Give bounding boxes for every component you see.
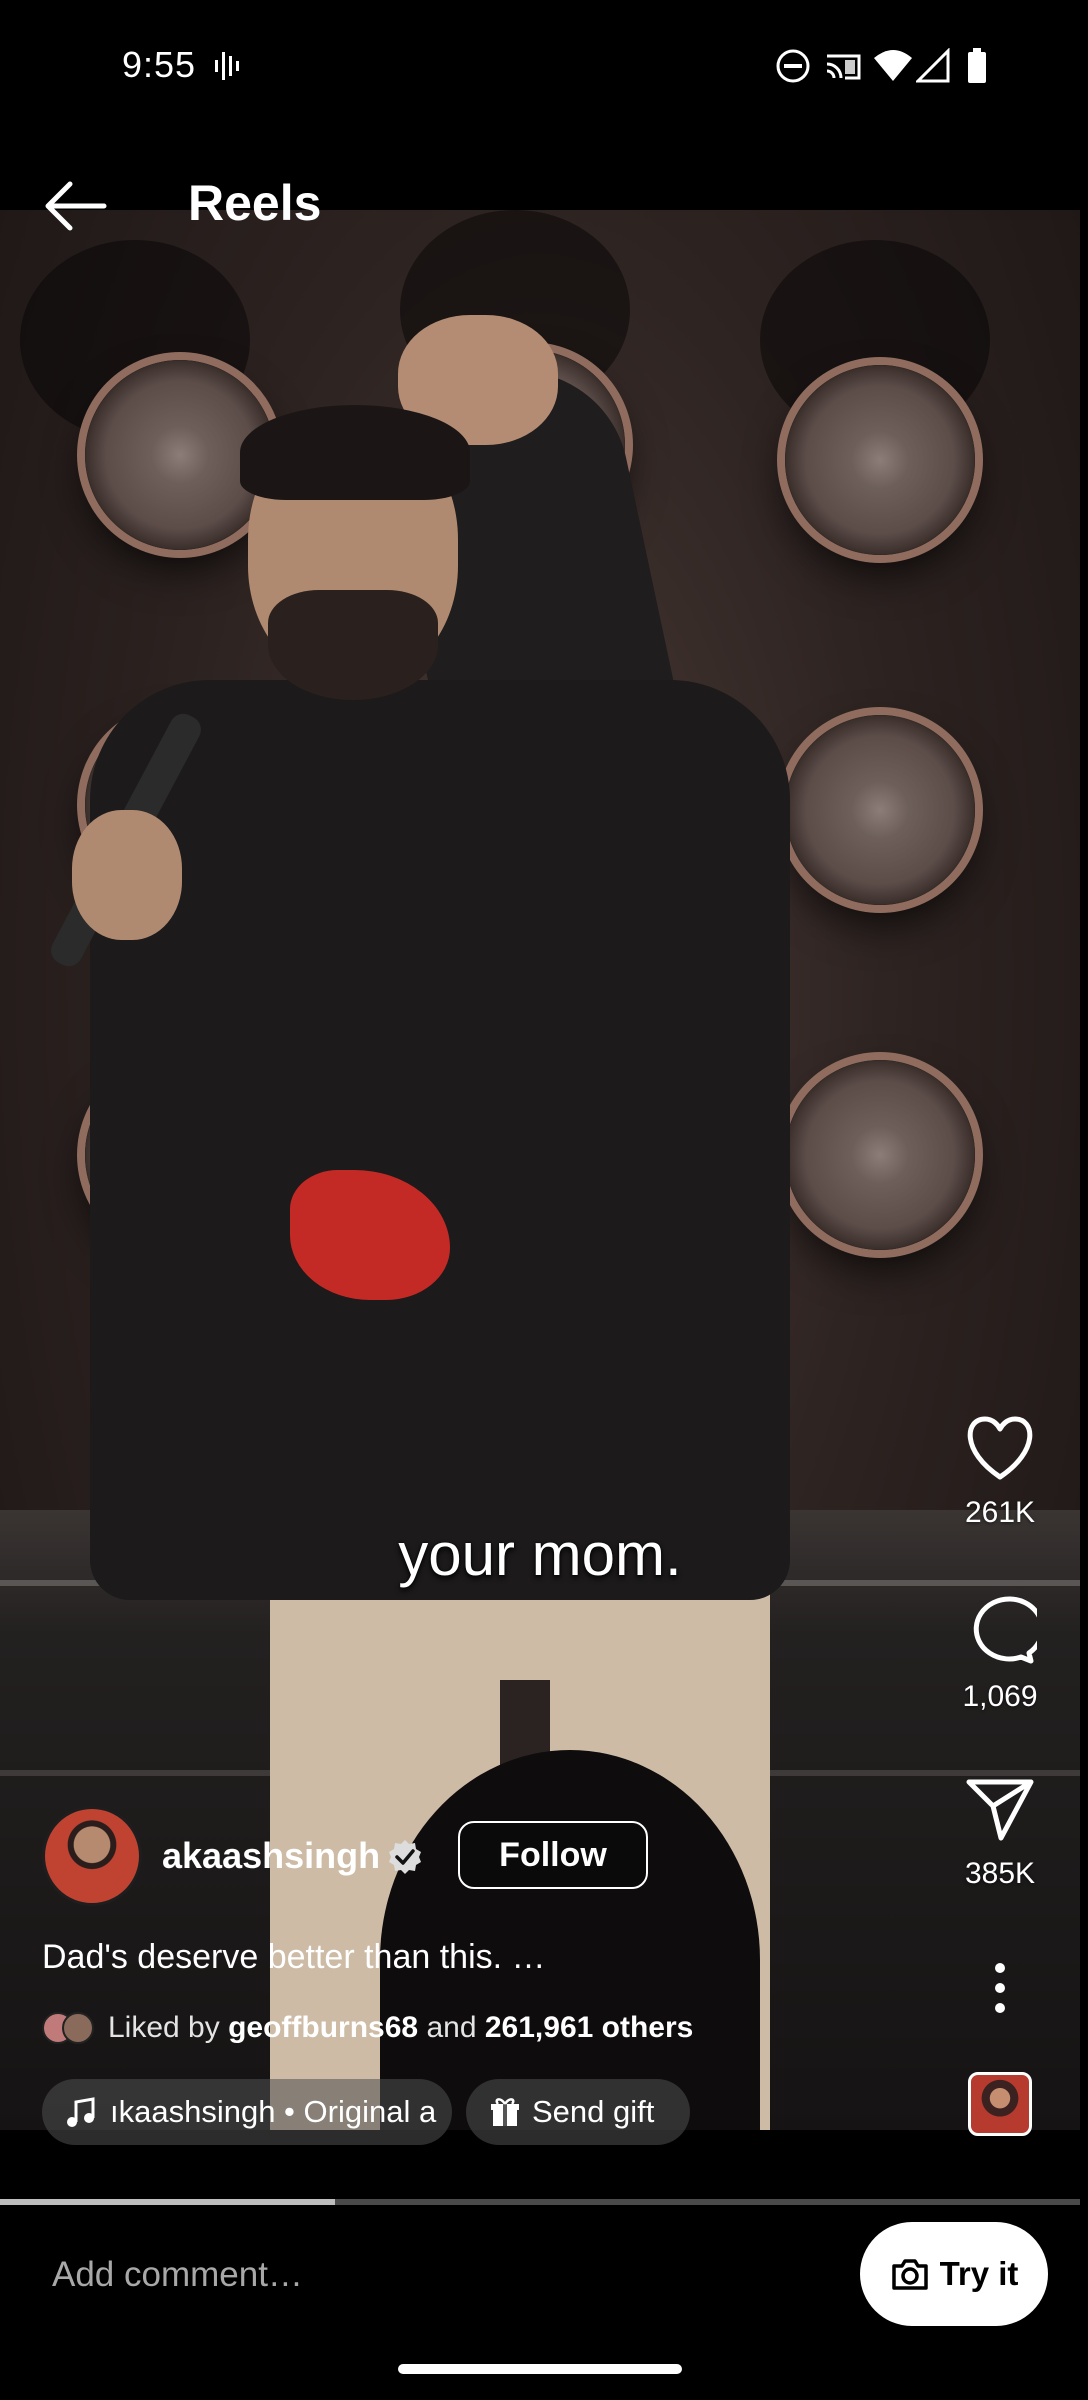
status-bar: 9:55 — [0, 0, 1088, 135]
signal-icon — [916, 48, 950, 83]
cast-icon — [826, 54, 861, 80]
gift-icon — [491, 2098, 519, 2126]
like-button[interactable]: 261K — [940, 1415, 1060, 1530]
like-count: 261K — [964, 1496, 1036, 1529]
performer-jacket — [90, 680, 790, 1600]
playback-progress-bar[interactable] — [0, 2199, 1080, 2205]
performer-hand — [72, 810, 182, 940]
comment-icon — [973, 1596, 1045, 1664]
music-note-icon — [67, 2097, 95, 2127]
heart-icon — [967, 1416, 1033, 1480]
comment-button[interactable]: 1,069 — [940, 1595, 1060, 1714]
performer-hair — [240, 405, 470, 500]
voice-icon — [215, 52, 239, 80]
liked-prefix: Liked by — [108, 2011, 220, 2044]
liked-avatar — [62, 2012, 94, 2044]
wifi-icon — [874, 50, 912, 81]
do-not-disturb-icon — [776, 49, 810, 83]
video-caption: your mom. — [398, 1521, 682, 1588]
arrow-left-icon[interactable] — [40, 176, 110, 236]
page-title: Reels — [188, 175, 322, 231]
stage-light — [785, 1060, 975, 1250]
more-options-icon[interactable] — [985, 1960, 1015, 2016]
share-button[interactable]: 385K — [940, 1776, 1060, 1891]
liked-and: and — [426, 2011, 477, 2044]
post-description[interactable]: Dad's deserve better than this. … — [42, 1938, 546, 1977]
try-it-label: Try it — [939, 2255, 1019, 2292]
camera-icon — [891, 2259, 928, 2290]
performer-beard — [268, 590, 438, 700]
share-count: 385K — [964, 1857, 1036, 1890]
comment-input[interactable]: Add comment… — [52, 2255, 303, 2295]
send-gift-label: Send gift — [532, 2094, 655, 2129]
stage-light — [785, 365, 975, 555]
comment-count: 1,069 — [962, 1680, 1038, 1713]
send-icon — [966, 1779, 1034, 1841]
avatar[interactable] — [42, 1806, 142, 1906]
playback-progress-fill — [0, 2199, 335, 2205]
audio-label: ıkaashsingh • Original a — [110, 2094, 437, 2129]
stage-light — [785, 715, 975, 905]
liked-others[interactable]: 261,961 others — [485, 2011, 693, 2045]
liked-by-row[interactable]: Liked by geoffburns68 and 261,961 others — [42, 2008, 693, 2048]
follow-button[interactable]: Follow — [458, 1821, 648, 1889]
liked-user[interactable]: geoffburns68 — [228, 2011, 418, 2045]
send-gift-chip[interactable]: Send gift — [466, 2079, 690, 2145]
try-it-button[interactable]: Try it — [860, 2222, 1048, 2326]
home-indicator[interactable] — [398, 2364, 682, 2374]
username[interactable]: akaashsingh — [162, 1835, 380, 1877]
audio-chip[interactable]: ıkaashsingh • Original a — [42, 2079, 452, 2145]
verified-badge-icon — [389, 1840, 421, 1874]
battery-icon — [968, 48, 986, 83]
audio-thumbnail[interactable] — [968, 2072, 1032, 2136]
status-time: 9:55 — [122, 44, 197, 85]
